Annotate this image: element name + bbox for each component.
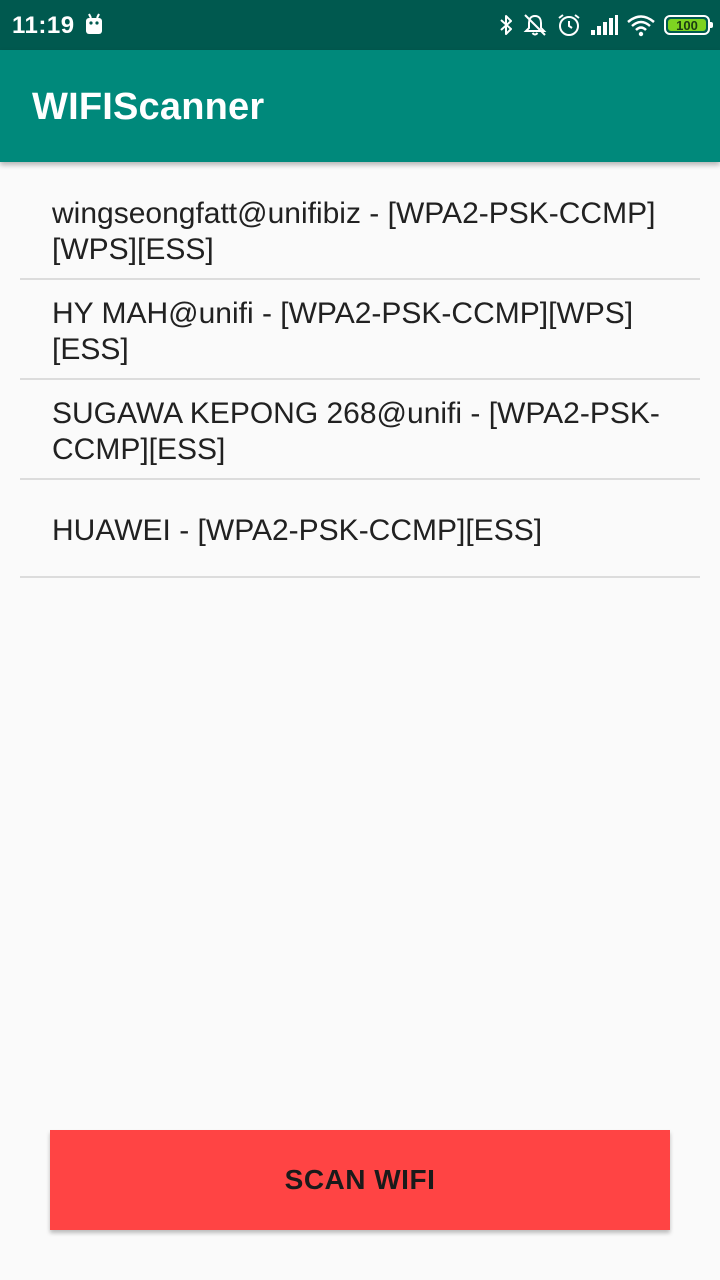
wifi-network-item[interactable]: HUAWEI - [WPA2-PSK-CCMP][ESS] [20, 480, 700, 578]
app-bar: WIFIScanner [0, 50, 720, 162]
wifi-network-list: wingseongfatt@unifibiz - [WPA2-PSK-CCMP]… [20, 180, 700, 578]
battery-level: 100 [676, 17, 698, 33]
status-bar: 11:19 100 [0, 0, 720, 50]
notifications-off-icon [522, 12, 548, 38]
wifi-network-item[interactable]: wingseongfatt@unifibiz - [WPA2-PSK-CCMP]… [20, 180, 700, 280]
status-icons: 100 [498, 10, 713, 40]
wifi-network-item[interactable]: SUGAWA KEPONG 268@unifi - [WPA2-PSK-CCMP… [20, 380, 700, 480]
scan-wifi-button[interactable]: SCAN WIFI [50, 1130, 670, 1230]
wifi-icon [626, 13, 656, 37]
bluetooth-icon [498, 13, 514, 37]
android-icon [84, 12, 104, 36]
battery-icon: 100 [664, 15, 713, 35]
wifi-network-item[interactable]: HY MAH@unifi - [WPA2-PSK-CCMP][WPS][ESS] [20, 280, 700, 380]
alarm-icon [556, 12, 582, 38]
status-time: 11:19 [12, 12, 75, 39]
signal-icon [590, 14, 618, 36]
app-title: WIFIScanner [32, 86, 265, 128]
